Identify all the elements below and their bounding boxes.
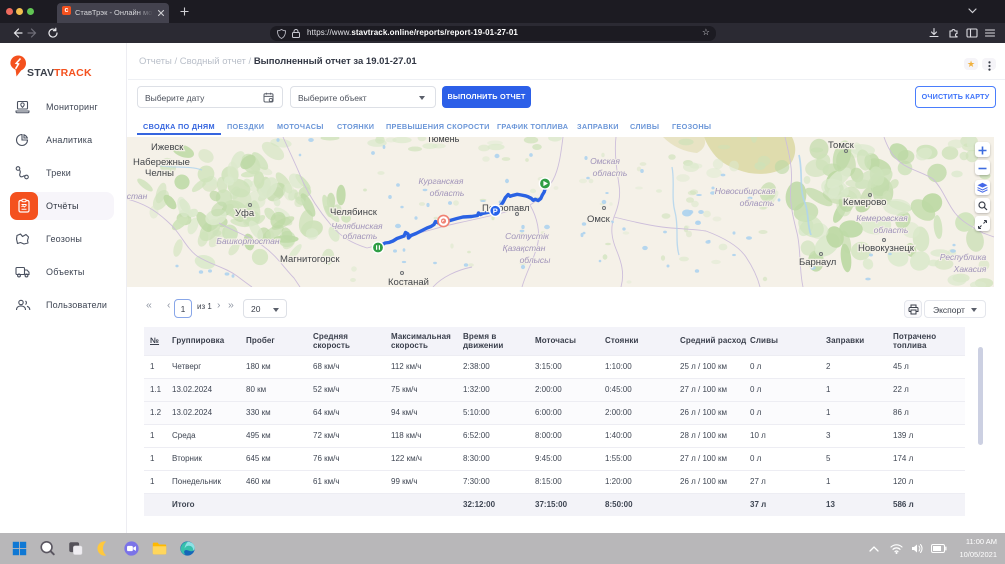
svg-text:область: область (593, 168, 628, 178)
svg-text:Новосибирская: Новосибирская (715, 186, 776, 196)
svg-text:Курганская: Курганская (419, 176, 464, 186)
svg-text:STAV: STAV (27, 67, 54, 79)
svg-text:область: область (430, 188, 465, 198)
svg-text:Омск: Омск (587, 214, 611, 225)
svg-text:Республика: Республика (940, 252, 987, 262)
svg-text:Ижевск: Ижевск (151, 142, 184, 153)
svg-text:Петропавл: Петропавл (482, 203, 530, 214)
svg-text:Новокузнецк: Новокузнецк (858, 243, 915, 254)
svg-text:Қазақстан: Қазақстан (503, 243, 546, 253)
svg-text:Челны: Челны (145, 168, 174, 179)
svg-text:Тюмень: Тюмень (427, 137, 460, 144)
svg-text:облысы: облысы (520, 255, 552, 265)
svg-text:Кемеровская: Кемеровская (856, 213, 908, 223)
svg-text:Костанай: Костанай (388, 277, 429, 287)
svg-text:Хакасия: Хакасия (953, 264, 987, 274)
svg-text:TRACK: TRACK (54, 67, 92, 79)
svg-text:стан: стан (127, 191, 148, 201)
svg-text:Челябинская: Челябинская (331, 221, 383, 231)
svg-text:Набережные: Набережные (133, 157, 190, 168)
svg-text:Барнаул: Барнаул (799, 257, 836, 268)
svg-text:Челябинск: Челябинск (330, 207, 378, 218)
svg-text:P: P (493, 207, 498, 216)
svg-text:Магнитогорск: Магнитогорск (280, 254, 340, 265)
svg-text:Кемерово: Кемерово (843, 197, 886, 208)
svg-text:область: область (874, 225, 909, 235)
svg-text:область: область (343, 231, 378, 241)
svg-text:Солтустік: Солтустік (505, 231, 550, 241)
svg-text:область: область (740, 198, 775, 208)
svg-text:Омская: Омская (590, 156, 620, 166)
svg-text:Башкортостан: Башкортостан (216, 236, 279, 246)
svg-text:Уфа: Уфа (235, 208, 255, 219)
svg-text:Томск: Томск (828, 140, 855, 151)
